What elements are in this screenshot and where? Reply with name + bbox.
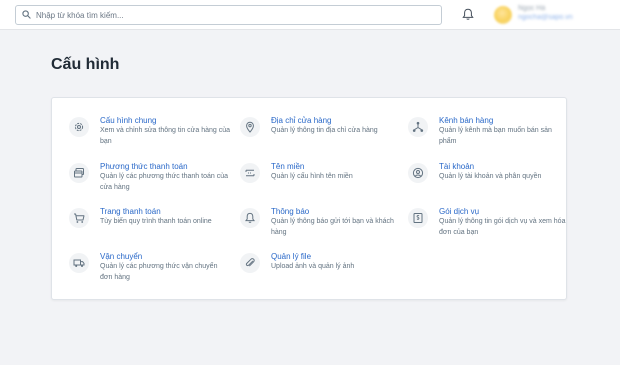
settings-item-desc: Quản lý kênh mà bạn muốn bán sản phẩm	[439, 127, 552, 145]
settings-item-desc: Quản lý các phương thức vận chuyển đơn h…	[100, 263, 218, 281]
page-title: Cấu hình	[51, 56, 120, 73]
notification-bell-icon[interactable]	[462, 8, 476, 22]
settings-item-shipping[interactable]: Vận chuyển Quản lý các phương thức vận c…	[69, 252, 229, 293]
settings-item-file-management[interactable]: Quản lý file Upload ảnh và quản lý ảnh	[240, 252, 400, 293]
settings-item-desc: Quản lý thông báo gửi tới bạn và khách h…	[271, 218, 394, 236]
search-input[interactable]	[36, 8, 436, 22]
settings-item-title[interactable]: Quản lý file	[271, 252, 311, 261]
settings-item-title[interactable]: Trang thanh toán	[100, 207, 161, 216]
settings-item-title[interactable]: Gói dịch vụ	[439, 207, 479, 216]
search-box[interactable]	[15, 5, 442, 25]
settings-item-title[interactable]: Phương thức thanh toán	[100, 162, 188, 171]
truck-icon	[73, 259, 85, 267]
user-account-icon	[412, 167, 424, 179]
settings-item-notifications[interactable]: Thông báo Quản lý thông báo gửi tới bạn …	[240, 207, 400, 248]
settings-item-desc: Quản lý tài khoản và phân quyền	[439, 173, 542, 180]
settings-item-desc: Quản lý thông tin gói dịch vụ và xem hóa…	[439, 218, 566, 236]
settings-item-desc: Xem và chỉnh sửa thông tin cửa hàng của …	[100, 127, 231, 145]
user-name[interactable]: Ngọc Hà	[518, 5, 545, 12]
settings-item-service-plan[interactable]: Gói dịch vụ Quản lý thông tin gói dịch v…	[408, 207, 568, 248]
settings-item-desc: Quản lý các phương thức thanh toán của c…	[100, 173, 228, 191]
settings-item-desc: Tùy biến quy trình thanh toán online	[100, 218, 212, 225]
settings-item-title[interactable]: Cấu hình chung	[100, 116, 157, 125]
settings-item-payment-methods[interactable]: Phương thức thanh toán Quản lý các phươn…	[69, 162, 229, 203]
bell-icon	[245, 212, 255, 223]
settings-card: Cấu hình chung Xem và chỉnh sửa thông ti…	[51, 97, 567, 300]
settings-item-title[interactable]: Địa chỉ cửa hàng	[271, 116, 332, 125]
user-avatar[interactable]	[494, 6, 512, 24]
service-plan-icon	[413, 213, 423, 223]
settings-item-title[interactable]: Tên miền	[271, 162, 304, 171]
gear-icon	[74, 122, 84, 132]
sales-channel-icon	[412, 121, 424, 132]
search-icon	[22, 10, 31, 19]
credit-card-icon	[74, 168, 84, 178]
settings-item-domain[interactable]: Tên miền Quản lý cấu hình tên miền	[240, 162, 400, 203]
top-bar: Ngọc Hà ngocha@sapo.vn	[0, 0, 620, 30]
settings-item-title[interactable]: Tài khoản	[439, 162, 474, 171]
settings-item-accounts[interactable]: Tài khoản Quản lý tài khoản và phân quyề…	[408, 162, 568, 203]
settings-item-desc: Quản lý cấu hình tên miền	[271, 173, 353, 180]
settings-item-title[interactable]: Thông báo	[271, 207, 309, 216]
settings-item-desc: Upload ảnh và quản lý ảnh	[271, 263, 355, 270]
settings-item-checkout-page[interactable]: Trang thanh toán Tùy biến quy trình than…	[69, 207, 229, 248]
paperclip-icon	[245, 258, 255, 267]
location-pin-icon	[246, 121, 254, 133]
domain-icon	[245, 169, 255, 177]
settings-item-sales-channels[interactable]: Kênh bán hàng Quản lý kênh mà bạn muốn b…	[408, 116, 568, 157]
settings-item-title[interactable]: Vận chuyển	[100, 252, 142, 261]
user-email[interactable]: ngocha@sapo.vn	[518, 14, 573, 21]
settings-item-desc: Quản lý thông tin địa chỉ cửa hàng	[271, 127, 378, 134]
shopping-cart-icon	[74, 213, 85, 223]
settings-item-title[interactable]: Kênh bán hàng	[439, 116, 493, 125]
settings-item-general[interactable]: Cấu hình chung Xem và chỉnh sửa thông ti…	[69, 116, 231, 157]
settings-item-store-address[interactable]: Địa chỉ cửa hàng Quản lý thông tin địa c…	[240, 116, 400, 157]
